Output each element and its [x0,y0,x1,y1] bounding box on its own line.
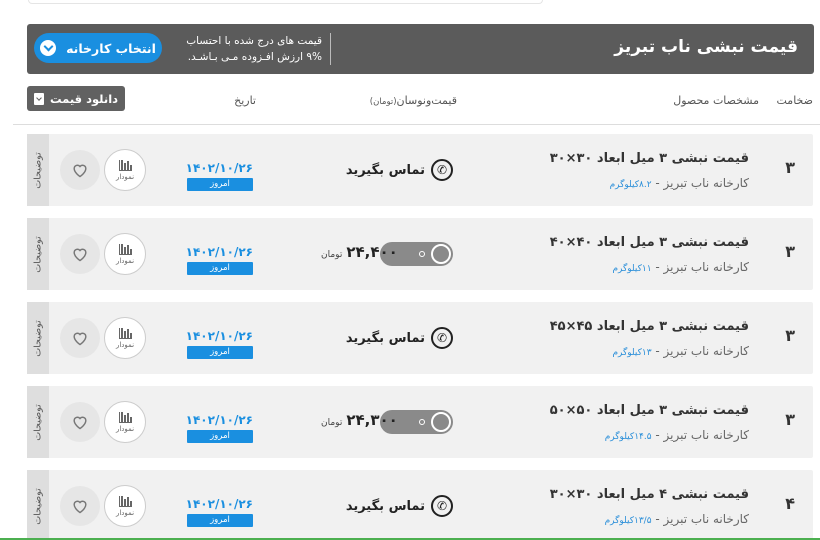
phone-icon: ✆ [431,159,453,181]
product-name[interactable]: قیمت نبشی ۳ میل ابعاد ۴۰×۴۰ [550,235,749,250]
product-weight: ۱۳/۵کیلوگرم [604,516,652,526]
price-date: ۱۴۰۲/۱۰/۲۶ [185,161,253,175]
toggle-dot [419,419,425,425]
table-row: ۳ قیمت نبشی ۳ میل ابعاد ۴۵×۴۵ کارخانه نا… [27,302,813,374]
favorite-button[interactable] [60,318,100,358]
toggle-knob [431,412,451,432]
product-factory: کارخانه ناب تبریز - ۱۱کیلوگرم [612,260,749,274]
today-badge: امروز [187,178,253,191]
header-divider [13,124,820,125]
select-factory-button[interactable]: انتخاب کارخانه [34,33,162,63]
heart-icon [73,248,87,262]
phone-icon: ✆ [431,495,453,517]
today-badge: امروز [187,430,253,443]
table-row: ۳ قیمت نبشی ۳ میل ابعاد ۴۰×۴۰ کارخانه نا… [27,218,813,290]
thickness-value: ۳ [785,242,795,261]
product-name[interactable]: قیمت نبشی ۳ میل ابعاد ۴۵×۴۵ [550,319,749,334]
column-price: قیمت‌ونوسان(تومان) [369,94,457,107]
table-row: ۳ قیمت نبشی ۳ میل ابعاد ۳۰×۳۰ کارخانه نا… [27,134,813,206]
heart-icon [73,332,87,346]
chart-button[interactable]: نمودار [104,149,146,191]
chart-icon [118,411,132,423]
phone-icon: ✆ [431,327,453,349]
column-date: تاریخ [234,94,256,107]
favorite-button[interactable] [60,486,100,526]
price-value: ۲۴,۴۰۰تومان [321,243,398,261]
table-row: ۳ قیمت نبشی ۳ میل ابعاد ۵۰×۵۰ کارخانه نا… [27,386,813,458]
product-weight: ۸.۲کیلوگرم [609,180,652,190]
thickness-value: ۳ [785,158,795,177]
chart-icon [118,327,132,339]
download-price-button[interactable]: دانلود قیمت [27,86,125,111]
column-specs: مشخصات محصول [673,94,759,107]
description-tab[interactable]: توضیحات [27,218,49,290]
chart-button[interactable]: نمودار [104,401,146,443]
price-date: ۱۴۰۲/۱۰/۲۶ [185,413,253,427]
table-row: ۴ قیمت نبشی ۴ میل ابعاد ۳۰×۳۰ کارخانه نا… [27,470,813,540]
price-date: ۱۴۰۲/۱۰/۲۶ [185,245,253,259]
vat-note: قیمت های درج شده با احتساب ۹% ارزش افـزو… [181,33,331,65]
chart-icon [118,495,132,507]
download-icon [33,92,44,105]
contact-link[interactable]: ✆ تماس بگیرید [346,159,453,181]
contact-link[interactable]: ✆ تماس بگیرید [346,495,453,517]
product-name[interactable]: قیمت نبشی ۳ میل ابعاد ۳۰×۳۰ [550,151,749,166]
product-weight: ۱۱کیلوگرم [612,264,652,274]
favorite-button[interactable] [60,402,100,442]
today-badge: امروز [187,514,253,527]
product-name[interactable]: قیمت نبشی ۴ میل ابعاد ۳۰×۳۰ [550,487,749,502]
chart-button[interactable]: نمودار [104,485,146,527]
chart-icon [118,159,132,171]
price-date: ۱۴۰۲/۱۰/۲۶ [185,329,253,343]
toggle-dot [419,251,425,257]
description-tab[interactable]: توضیحات [27,134,49,206]
column-thickness: ضخامت [776,94,814,107]
price-date: ۱۴۰۲/۱۰/۲۶ [185,497,253,511]
today-badge: امروز [187,346,253,359]
heart-icon [73,164,87,178]
product-factory: کارخانه ناب تبریز - ۸.۲کیلوگرم [609,176,749,190]
description-tab[interactable]: توضیحات [27,302,49,374]
page-title: قیمت نبشی ناب تبریز [614,37,798,57]
today-badge: امروز [187,262,253,275]
product-weight: ۱۳کیلوگرم [612,348,652,358]
top-panel-edge [28,0,543,4]
heart-icon [73,416,87,430]
chart-icon [118,243,132,255]
contact-link[interactable]: ✆ تماس بگیرید [346,327,453,349]
favorite-button[interactable] [60,150,100,190]
toggle-knob [431,244,451,264]
chevron-down-icon [40,40,57,56]
thickness-value: ۴ [785,494,795,513]
heart-icon [73,500,87,514]
page-header: قیمت نبشی ناب تبریز قیمت های درج شده با … [27,24,814,74]
product-factory: کارخانه ناب تبریز - ۱۳/۵کیلوگرم [604,512,749,526]
product-name[interactable]: قیمت نبشی ۳ میل ابعاد ۵۰×۵۰ [550,403,749,418]
thickness-value: ۳ [785,410,795,429]
description-tab[interactable]: توضیحات [27,470,49,540]
product-factory: کارخانه ناب تبریز - ۱۴.۵کیلوگرم [604,428,749,442]
chart-button[interactable]: نمودار [104,233,146,275]
favorite-button[interactable] [60,234,100,274]
price-value: ۲۴,۳۰۰تومان [321,411,398,429]
thickness-value: ۳ [785,326,795,345]
chart-button[interactable]: نمودار [104,317,146,359]
product-weight: ۱۴.۵کیلوگرم [604,432,652,442]
product-factory: کارخانه ناب تبریز - ۱۳کیلوگرم [612,344,749,358]
description-tab[interactable]: توضیحات [27,386,49,458]
